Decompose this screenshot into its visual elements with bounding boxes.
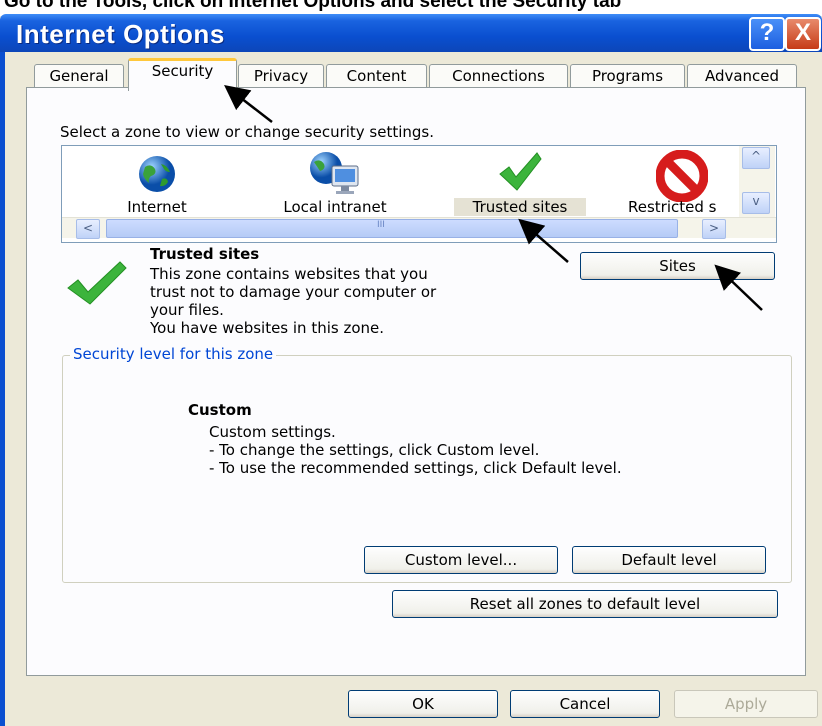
arrow-to-security-tab	[224, 84, 273, 123]
arrow-to-sites-button	[714, 264, 763, 311]
arrow-to-trusted-sites	[518, 218, 569, 263]
annotation-arrows	[224, 84, 763, 311]
